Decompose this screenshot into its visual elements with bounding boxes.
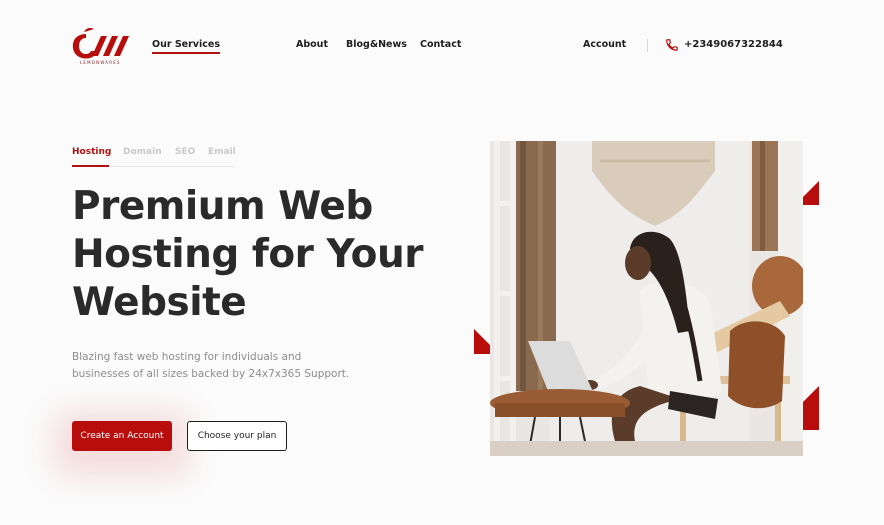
hero-photo-woman-with-laptop: [490, 141, 803, 456]
tab-seo[interactable]: SEO: [175, 147, 195, 157]
brand-tagline: LEMONWARES: [80, 60, 121, 65]
hero-description-line: Blazing fast web hosting for individuals…: [72, 351, 302, 363]
hero-title-line: Hosting for Your: [72, 232, 423, 277]
active-tab-indicator: [72, 165, 109, 167]
nav-our-services[interactable]: Our Services: [152, 39, 220, 54]
hero-title-line: Website: [72, 280, 247, 325]
tab-domain[interactable]: Domain: [123, 147, 162, 157]
service-tabs: Hosting Domain SEO Email: [72, 147, 236, 167]
choose-plan-button[interactable]: Choose your plan: [187, 421, 287, 451]
tab-email[interactable]: Email: [208, 147, 236, 157]
create-account-button[interactable]: Create an Account: [72, 421, 172, 451]
phone-icon: [666, 39, 678, 51]
hero-title: Premium Web Hosting for Your Website: [72, 183, 452, 327]
nav-account[interactable]: Account: [583, 39, 626, 50]
hero-description: Blazing fast web hosting for individuals…: [72, 349, 362, 383]
nav-blog-news[interactable]: Blog&News: [346, 39, 407, 50]
hero-title-line: Premium Web: [72, 184, 373, 229]
tab-hosting[interactable]: Hosting: [72, 147, 111, 157]
nav-contact[interactable]: Contact: [420, 39, 461, 50]
phone-link[interactable]: +2349067322844: [684, 39, 783, 50]
hero-description-line: businesses of all sizes backed by 24x7x3…: [72, 368, 350, 380]
nav-divider: [647, 39, 648, 52]
nav-about[interactable]: About: [296, 39, 328, 50]
